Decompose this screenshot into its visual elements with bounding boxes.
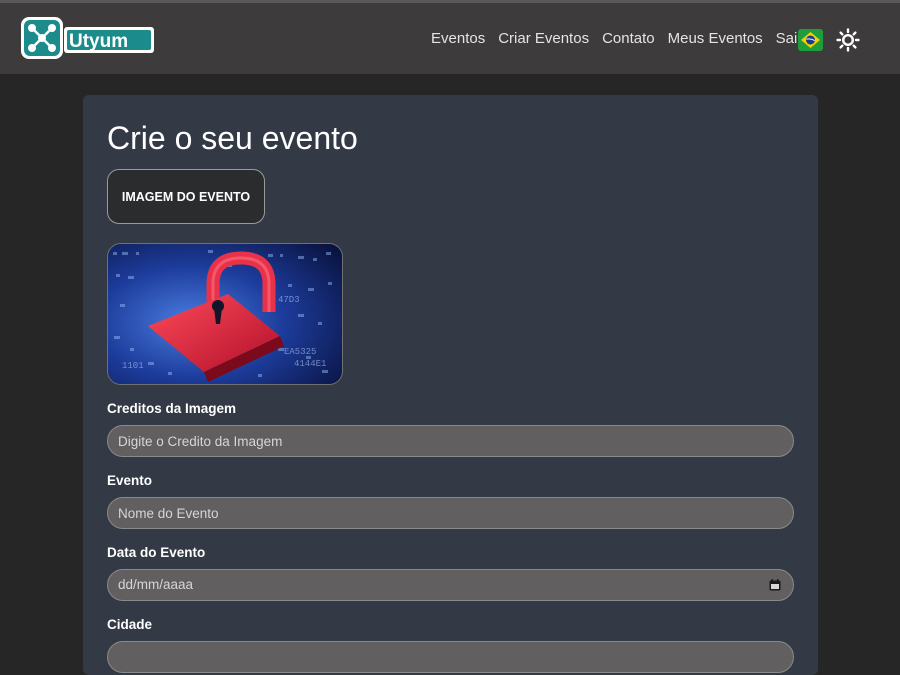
sun-icon[interactable]	[836, 28, 860, 52]
navbar: Utyum Eventos Criar Eventos Contato Meus…	[0, 3, 900, 74]
date-placeholder: dd/mm/aaaa	[118, 577, 194, 592]
credits-input[interactable]	[107, 425, 794, 457]
calendar-icon[interactable]	[769, 579, 781, 591]
date-label: Data do Evento	[107, 545, 206, 560]
brazil-flag-icon[interactable]	[798, 29, 823, 51]
event-name-input[interactable]	[107, 497, 794, 529]
page-title: Crie o seu evento	[107, 120, 358, 156]
utyum-logo[interactable]: Utyum	[20, 15, 156, 63]
event-image: 47D3 EA5325 4144E1 1101	[107, 243, 343, 385]
padlock-image: 47D3 EA5325 4144E1 1101	[108, 244, 342, 384]
city-label: Cidade	[107, 617, 153, 632]
event-image-button[interactable]: IMAGEM DO EVENTO	[107, 169, 265, 224]
logo-text: Utyum	[69, 31, 128, 52]
nav-links: Eventos Criar Eventos Contato Meus Event…	[431, 30, 802, 47]
svg-text:4144E1: 4144E1	[294, 359, 326, 369]
city-input[interactable]	[107, 641, 794, 673]
credits-label: Creditos da Imagem	[107, 401, 237, 416]
event-date-input[interactable]: dd/mm/aaaa	[107, 569, 794, 601]
event-label: Evento	[107, 473, 153, 488]
nav-eventos[interactable]: Eventos	[431, 30, 485, 47]
nav-contato[interactable]: Contato	[602, 30, 655, 47]
svg-text:EA5325: EA5325	[284, 347, 316, 357]
svg-text:1101: 1101	[122, 361, 144, 371]
nav-criar-eventos[interactable]: Criar Eventos	[498, 30, 589, 47]
nav-meus-eventos[interactable]: Meus Eventos	[668, 30, 763, 47]
svg-text:47D3: 47D3	[278, 295, 300, 305]
